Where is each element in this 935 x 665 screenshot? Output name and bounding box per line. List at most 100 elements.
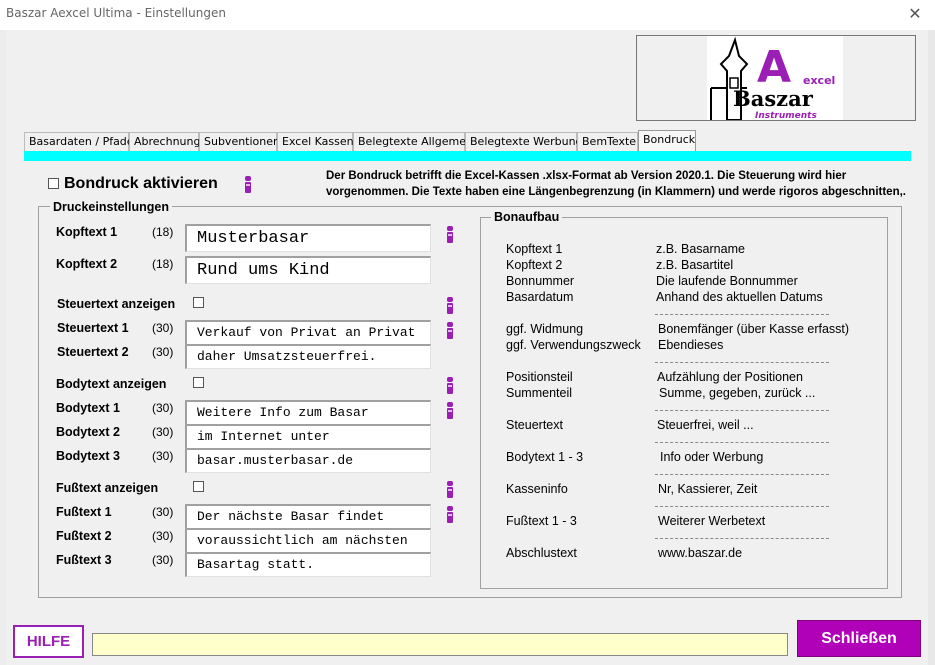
close-button[interactable]: Schließen bbox=[797, 620, 921, 657]
bon-right-kasseninfo: Nr, Kassierer, Zeit bbox=[658, 482, 758, 496]
bon-right-verwendungszweck: Ebendieses bbox=[658, 338, 724, 352]
bonaufbau-frame bbox=[480, 217, 888, 589]
title-bar: Baszar Aexcel Ultima - Einstellungen ✕ bbox=[0, 0, 935, 30]
steuer2-field[interactable]: daher Umsatzsteuerfrei. bbox=[185, 344, 431, 369]
logo-word-instruments: Instruments bbox=[755, 111, 817, 120]
bon-right-kopf1: z.B. Basarname bbox=[656, 242, 745, 256]
fuss1-limit: (30) bbox=[152, 505, 174, 519]
info-icon[interactable] bbox=[446, 226, 454, 243]
info-icon[interactable] bbox=[446, 481, 454, 498]
bon-right-widmung: Bonemfänger (über Kasse erfasst) bbox=[658, 322, 850, 336]
separator bbox=[655, 314, 829, 315]
bon-right-kopf2: z.B. Basartitel bbox=[656, 258, 734, 272]
bon-left-widmung: ggf. Widmung bbox=[506, 322, 584, 336]
info-icon[interactable] bbox=[446, 506, 454, 523]
separator bbox=[655, 410, 829, 411]
bondruck-hint: Der Bondruck betrifft die Excel-Kassen .… bbox=[326, 170, 906, 198]
fuss3-label: Fußtext 3 bbox=[56, 553, 112, 567]
separator bbox=[655, 362, 829, 363]
body3-field[interactable]: basar.musterbasar.de bbox=[185, 448, 431, 473]
kopf2-label: Kopftext 2 bbox=[56, 257, 118, 271]
bon-left-verwendungszweck: ggf. Verwendungszweck bbox=[506, 338, 641, 352]
bon-left-kasseninfo: Kasseninfo bbox=[506, 482, 568, 496]
body3-limit: (30) bbox=[152, 449, 174, 463]
bon-right-bonnummer: Die laufende Bonnummer bbox=[656, 274, 798, 288]
separator bbox=[655, 506, 829, 507]
steuer1-label: Steuertext 1 bbox=[57, 321, 129, 335]
body1-limit: (30) bbox=[152, 401, 174, 415]
bon-right-steuertext: Steuerfrei, weil ... bbox=[657, 418, 754, 432]
window-title: Baszar Aexcel Ultima - Einstellungen bbox=[6, 6, 226, 20]
body2-field[interactable]: im Internet unter bbox=[185, 424, 431, 449]
bon-right-basardatum: Anhand des aktuellen Datums bbox=[656, 290, 823, 304]
fuss3-limit: (30) bbox=[152, 553, 174, 567]
bon-left-basardatum: Basardatum bbox=[506, 290, 574, 304]
tab-bemtexte[interactable]: BemTexte bbox=[577, 132, 638, 152]
info-icon[interactable] bbox=[244, 176, 252, 193]
bondruck-activate-checkbox[interactable] bbox=[48, 178, 59, 189]
tab-accent-bar bbox=[24, 151, 911, 161]
fuss1-field[interactable]: Der nächste Basar findet bbox=[185, 504, 431, 529]
steuer2-limit: (30) bbox=[152, 345, 174, 359]
bonaufbau-title: Bonaufbau bbox=[491, 210, 563, 224]
kopf1-field[interactable]: Musterbasar bbox=[185, 224, 431, 252]
info-icon[interactable] bbox=[446, 402, 454, 419]
right-border bbox=[928, 30, 935, 665]
tab-bondruck[interactable]: Bondruck bbox=[638, 130, 696, 152]
kopf2-field[interactable]: Rund ums Kind bbox=[185, 256, 431, 284]
fuss3-field[interactable]: Basartag statt. bbox=[185, 552, 431, 577]
fuss2-field[interactable]: voraussichtlich am nächsten bbox=[185, 528, 431, 553]
bon-left-bonnummer: Bonnummer bbox=[506, 274, 575, 288]
tab-basardaten[interactable]: Basardaten / Pfade bbox=[24, 132, 134, 152]
body1-field[interactable]: Weitere Info zum Basar bbox=[185, 400, 431, 425]
logo: A excel Baszar Instruments bbox=[707, 36, 843, 120]
separator bbox=[655, 538, 829, 539]
tab-abrechnung[interactable]: Abrechnung bbox=[129, 132, 200, 152]
fuss2-limit: (30) bbox=[152, 529, 174, 543]
bon-right-summenteil: Summe, gegeben, zurück ... bbox=[659, 386, 816, 400]
tab-belegtexte-werbung[interactable]: Belegtexte Werbung bbox=[465, 132, 583, 152]
kopf1-label: Kopftext 1 bbox=[56, 225, 118, 239]
body-show-checkbox[interactable] bbox=[193, 377, 204, 388]
bondruck-activate-label: Bondruck aktivieren bbox=[64, 175, 218, 192]
bon-left-steuertext: Steuertext bbox=[506, 418, 563, 432]
bon-left-kopf1: Kopftext 1 bbox=[506, 242, 563, 256]
steuer1-field[interactable]: Verkauf von Privat an Privat bbox=[185, 320, 431, 345]
tab-belegtexte-allgemein[interactable]: Belegtexte Allgemein bbox=[353, 132, 476, 152]
close-window-icon[interactable]: ✕ bbox=[903, 3, 927, 25]
fuss-show-label: Fußtext anzeigen bbox=[56, 481, 159, 495]
body1-label: Bodytext 1 bbox=[56, 401, 120, 415]
body3-label: Bodytext 3 bbox=[56, 449, 120, 463]
separator bbox=[655, 442, 829, 443]
fuss2-label: Fußtext 2 bbox=[56, 529, 112, 543]
help-button[interactable]: HILFE bbox=[13, 625, 84, 658]
bon-left-bodytext: Bodytext 1 - 3 bbox=[506, 450, 584, 464]
body2-limit: (30) bbox=[152, 425, 174, 439]
status-bar bbox=[92, 633, 788, 656]
info-icon[interactable] bbox=[446, 297, 454, 314]
bon-right-bodytext: Info oder Werbung bbox=[660, 450, 764, 464]
tab-excel-kassen[interactable]: Excel Kassen bbox=[277, 132, 354, 152]
bon-left-summenteil: Summenteil bbox=[506, 386, 572, 400]
steuer-show-checkbox[interactable] bbox=[193, 297, 204, 308]
bon-left-positionsteil: Positionsteil bbox=[506, 370, 573, 384]
bon-right-abschlustext: www.baszar.de bbox=[658, 546, 743, 560]
left-border bbox=[0, 30, 6, 665]
body2-label: Bodytext 2 bbox=[56, 425, 120, 439]
bon-right-positionsteil: Aufzählung der Positionen bbox=[657, 370, 803, 384]
kopf1-limit: (18) bbox=[152, 225, 174, 239]
fuss1-label: Fußtext 1 bbox=[56, 505, 112, 519]
logo-word-baszar: Baszar bbox=[733, 86, 814, 111]
druck-title: Druckeinstellungen bbox=[50, 200, 172, 214]
fuss-show-checkbox[interactable] bbox=[193, 481, 204, 492]
kopf2-limit: (18) bbox=[152, 257, 174, 271]
tab-subventionen[interactable]: Subventionen bbox=[199, 132, 280, 152]
info-icon[interactable] bbox=[446, 377, 454, 394]
steuer2-label: Steuertext 2 bbox=[57, 345, 129, 359]
steuer-show-label: Steuertext anzeigen bbox=[57, 297, 176, 311]
info-icon[interactable] bbox=[446, 322, 454, 339]
bon-left-abschlustext: Abschlustext bbox=[506, 546, 577, 560]
bon-left-kopf2: Kopftext 2 bbox=[506, 258, 563, 272]
bon-left-fusstext: Fußtext 1 - 3 bbox=[506, 514, 577, 528]
steuer1-limit: (30) bbox=[152, 321, 174, 335]
